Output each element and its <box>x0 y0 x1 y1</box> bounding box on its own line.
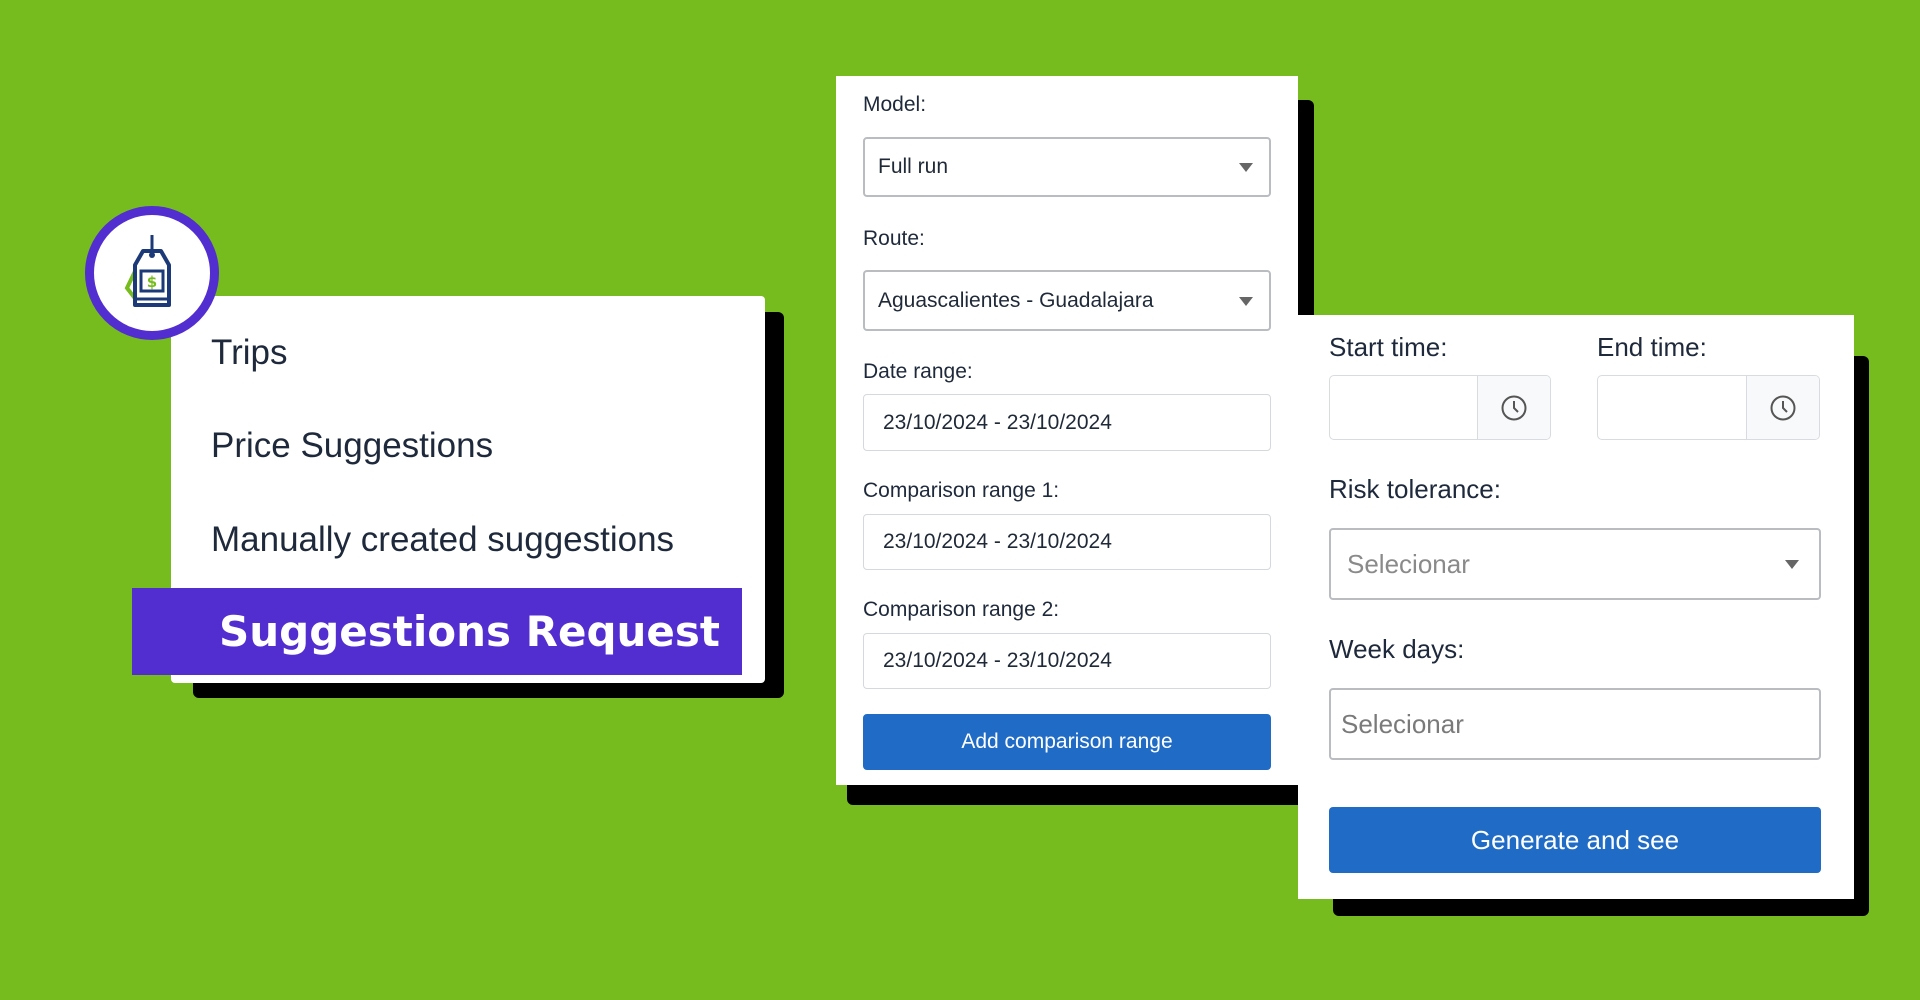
week-days-input[interactable]: Selecionar <box>1329 688 1821 760</box>
generate-and-see-button[interactable]: Generate and see <box>1329 807 1821 873</box>
model-select[interactable]: Full run <box>863 137 1271 197</box>
menu-item-manual-suggestions[interactable]: Manually created suggestions <box>211 520 674 560</box>
menu-item-price-suggestions[interactable]: Price Suggestions <box>211 426 493 466</box>
model-value: Full run <box>878 155 949 178</box>
week-days-label: Week days: <box>1329 634 1465 664</box>
start-time-input[interactable] <box>1329 375 1551 440</box>
route-select[interactable]: Aguascalientes - Guadalajara <box>863 270 1271 331</box>
clock-icon <box>1501 395 1527 420</box>
chevron-down-icon <box>1785 560 1799 569</box>
risk-tolerance-placeholder: Selecionar <box>1347 548 1470 579</box>
start-time-label: Start time: <box>1329 332 1448 362</box>
model-label: Model: <box>863 93 927 116</box>
route-value: Aguascalientes - Guadalajara <box>878 288 1154 312</box>
risk-tolerance-label: Risk tolerance: <box>1329 474 1501 504</box>
date-range-label: Date range: <box>863 360 973 383</box>
start-time-picker-button[interactable] <box>1477 376 1550 439</box>
menu-item-trips[interactable]: Trips <box>211 333 287 373</box>
comparison-range-1-input[interactable]: 23/10/2024 - 23/10/2024 <box>863 514 1271 570</box>
clock-icon <box>1770 395 1796 420</box>
risk-tolerance-select[interactable]: Selecionar <box>1329 528 1821 600</box>
chevron-down-icon <box>1239 163 1253 172</box>
comparison-range-2-label: Comparison range 2: <box>863 598 1060 621</box>
end-time-label: End time: <box>1597 332 1707 362</box>
route-label: Route: <box>863 227 925 250</box>
comparison-range-1-label: Comparison range 1: <box>863 479 1060 502</box>
chevron-down-icon <box>1239 296 1253 306</box>
logo-badge: $ <box>85 206 219 340</box>
date-range-input[interactable]: 23/10/2024 - 23/10/2024 <box>863 394 1271 451</box>
end-time-picker-button[interactable] <box>1746 376 1819 439</box>
end-time-input[interactable] <box>1597 375 1820 440</box>
add-comparison-range-button[interactable]: Add comparison range <box>863 714 1271 770</box>
menu-item-suggestions-request[interactable]: Suggestions Request <box>132 588 742 675</box>
comparison-range-2-input[interactable]: 23/10/2024 - 23/10/2024 <box>863 633 1271 689</box>
svg-text:$: $ <box>147 273 157 291</box>
price-tag-dollar-icon: $ <box>124 235 171 307</box>
